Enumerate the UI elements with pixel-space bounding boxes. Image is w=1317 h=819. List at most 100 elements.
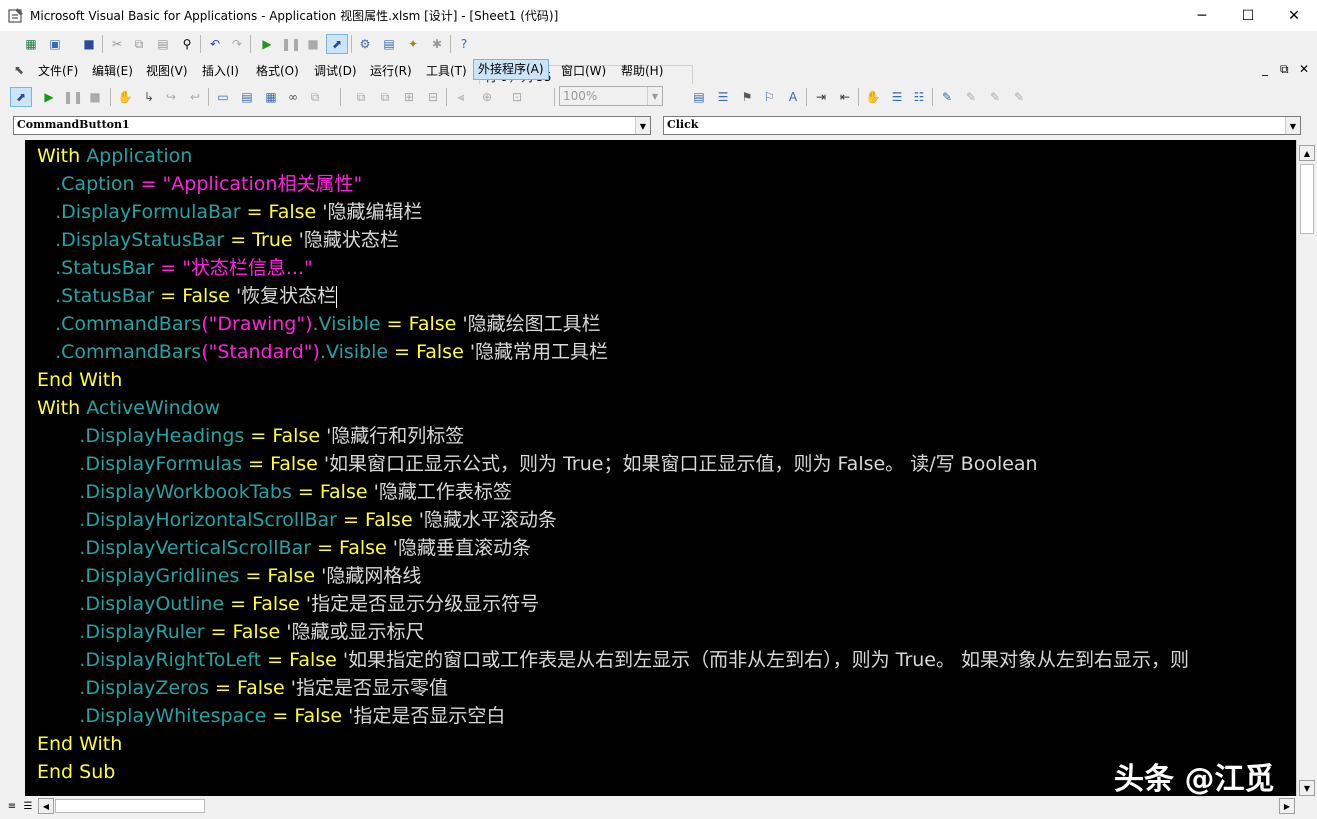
- code-line[interactable]: End Sub: [37, 758, 115, 786]
- menu-edit[interactable]: 编辑(E): [92, 62, 133, 79]
- code-line[interactable]: .DisplayFormulas = False '如果窗口正显示公式，则为 T…: [37, 450, 1037, 478]
- code-line[interactable]: .DisplayRightToLeft = False '如果指定的窗口或工作表…: [37, 646, 1189, 674]
- code-line[interactable]: .StatusBar = False '恢复状态栏: [37, 282, 338, 310]
- run-icon[interactable]: ▶: [40, 88, 58, 106]
- code-line[interactable]: .DisplayVerticalScrollBar = False '隐藏垂直滚…: [37, 534, 531, 562]
- project-explorer-icon[interactable]: ⚙: [356, 35, 374, 53]
- menu-run[interactable]: 运行(R): [370, 62, 412, 79]
- properties-icon[interactable]: ▤: [380, 35, 398, 53]
- break-icon[interactable]: ❚❚: [281, 35, 301, 53]
- menu-window[interactable]: 窗口(W): [561, 62, 606, 79]
- code-line[interactable]: .CommandBars("Standard").Visible = False…: [37, 338, 608, 366]
- previous-bookmark-icon[interactable]: ✎: [986, 88, 1004, 106]
- code-editor[interactable]: With Application .Caption = "Application…: [25, 140, 1296, 796]
- design-mode-icon[interactable]: ⬈: [326, 34, 348, 54]
- properties-list-icon[interactable]: ▤: [690, 88, 708, 106]
- bring-to-front-icon[interactable]: ⧉: [352, 88, 370, 106]
- next-bookmark-icon[interactable]: ✎: [962, 88, 980, 106]
- outdent-icon[interactable]: ⇤: [836, 88, 854, 106]
- menu-view[interactable]: 视图(V): [146, 62, 188, 79]
- toggle-bookmark-icon[interactable]: ✎: [938, 88, 956, 106]
- code-line[interactable]: .CommandBars("Drawing").Visible = False …: [37, 310, 601, 338]
- menu-format[interactable]: 格式(O): [256, 62, 299, 79]
- code-line[interactable]: .DisplayZeros = False '指定是否显示零值: [37, 674, 448, 702]
- redo-icon[interactable]: ↷: [228, 35, 246, 53]
- center-icon[interactable]: ⊕: [478, 88, 496, 106]
- step-out-icon[interactable]: ↩: [186, 88, 204, 106]
- object-browser-icon[interactable]: ✦: [404, 35, 422, 53]
- doc-minimize-button[interactable]: _: [1262, 62, 1268, 76]
- menu-insert[interactable]: 插入(I): [202, 62, 239, 79]
- code-margin[interactable]: [0, 140, 25, 796]
- group-icon[interactable]: ⊞: [400, 88, 418, 106]
- procedure-view-icon[interactable]: ≡: [4, 798, 20, 814]
- code-line[interactable]: .DisplayOutline = False '指定是否显示分级显示符号: [37, 590, 539, 618]
- menu-help[interactable]: 帮助(H): [621, 62, 663, 79]
- code-line[interactable]: .DisplayStatusBar = True '隐藏状态栏: [37, 226, 399, 254]
- insert-userform-icon[interactable]: ▣: [46, 35, 64, 53]
- code-line[interactable]: .DisplayHorizontalScrollBar = False '隐藏水…: [37, 506, 557, 534]
- vertical-scroll-thumb[interactable]: [1300, 164, 1314, 234]
- run-icon[interactable]: ▶: [258, 35, 276, 53]
- code-line[interactable]: .DisplayGridlines = False '隐藏网格线: [37, 562, 421, 590]
- procedure-dropdown[interactable]: Click ▼: [663, 116, 1301, 135]
- help-icon[interactable]: ?: [455, 35, 473, 53]
- doc-close-button[interactable]: ✕: [1299, 62, 1309, 76]
- horizontal-scrollbar[interactable]: ≡ ☰ ◀ ▶: [0, 796, 1317, 819]
- constants-list-icon[interactable]: ☰: [714, 88, 732, 106]
- scroll-down-icon[interactable]: ▼: [1299, 780, 1315, 796]
- uncomment-block-icon[interactable]: ☷: [910, 88, 928, 106]
- code-line[interactable]: .DisplayRuler = False '隐藏或显示标尺: [37, 618, 424, 646]
- parameter-info-icon[interactable]: ⚐: [760, 88, 778, 106]
- quick-info-icon[interactable]: ⚑: [738, 88, 756, 106]
- paste-icon[interactable]: ▤: [154, 35, 172, 53]
- object-dropdown[interactable]: CommandButton1 ▼: [13, 116, 651, 135]
- immediate-window-icon[interactable]: ▤: [238, 88, 256, 106]
- toggle-breakpoint-icon[interactable]: ✋: [864, 88, 882, 106]
- undo-icon[interactable]: ↶: [206, 35, 224, 53]
- quick-watch-icon[interactable]: ∞: [284, 88, 302, 106]
- horizontal-scroll-thumb[interactable]: [55, 799, 205, 813]
- reset-icon[interactable]: ■: [86, 88, 104, 106]
- excel-view-icon[interactable]: ▦: [22, 35, 40, 53]
- code-line[interactable]: .DisplayFormulaBar = False '隐藏编辑栏: [37, 198, 422, 226]
- maximize-button[interactable]: ☐: [1225, 0, 1271, 31]
- locals-window-icon[interactable]: ▭: [214, 88, 232, 106]
- code-line[interactable]: With ActiveWindow: [37, 394, 220, 422]
- indent-icon[interactable]: ⇥: [812, 88, 830, 106]
- scroll-right-icon[interactable]: ▶: [1279, 798, 1295, 814]
- vertical-scrollbar[interactable]: ▲ ▼: [1296, 140, 1317, 796]
- toolbox-icon[interactable]: ✱: [428, 35, 446, 53]
- align-icon[interactable]: ⫷: [452, 88, 470, 106]
- scroll-left-icon[interactable]: ◀: [38, 798, 54, 814]
- find-icon[interactable]: ⚲: [178, 35, 196, 53]
- zoom-combo[interactable]: 100% ▼: [559, 86, 663, 106]
- code-line[interactable]: .Caption = "Application相关属性": [37, 170, 362, 198]
- watch-window-icon[interactable]: ▦: [262, 88, 280, 106]
- code-line[interactable]: .DisplayWhitespace = False '指定是否显示空白: [37, 702, 505, 730]
- complete-word-icon[interactable]: A: [784, 88, 802, 106]
- full-module-view-icon[interactable]: ☰: [20, 798, 36, 814]
- menu-addins[interactable]: 外接程序(A): [473, 59, 549, 80]
- call-stack-icon[interactable]: ⧉: [306, 88, 324, 106]
- menu-file[interactable]: 文件(F): [38, 62, 78, 79]
- design-mode-icon[interactable]: ⬈: [10, 87, 32, 107]
- code-line[interactable]: With Application: [37, 142, 192, 170]
- menu-tools[interactable]: 工具(T): [426, 62, 467, 79]
- code-line[interactable]: .StatusBar = "状态栏信息...": [37, 254, 313, 282]
- send-to-back-icon[interactable]: ⧉: [376, 88, 394, 106]
- copy-icon[interactable]: ⧉: [130, 35, 148, 53]
- menu-debug[interactable]: 调试(D): [314, 62, 357, 79]
- code-line[interactable]: .DisplayWorkbookTabs = False '隐藏工作表标签: [37, 478, 512, 506]
- save-icon[interactable]: ■: [80, 35, 98, 53]
- scroll-up-icon[interactable]: ▲: [1299, 145, 1315, 161]
- ungroup-icon[interactable]: ⊟: [424, 88, 442, 106]
- minimize-button[interactable]: ─: [1179, 0, 1225, 31]
- comment-block-icon[interactable]: ☰: [888, 88, 906, 106]
- code-line[interactable]: End With: [37, 730, 122, 758]
- cut-icon[interactable]: ✂: [108, 35, 126, 53]
- break-icon[interactable]: ❚❚: [63, 88, 83, 106]
- reset-icon[interactable]: ■: [304, 35, 322, 53]
- step-over-icon[interactable]: ↪: [162, 88, 180, 106]
- step-into-icon[interactable]: ↳: [140, 88, 158, 106]
